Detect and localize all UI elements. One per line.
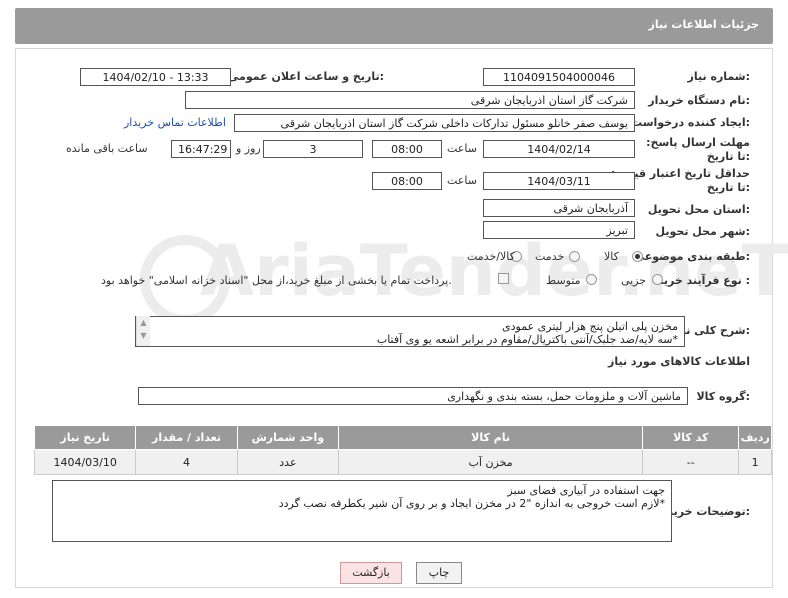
page-title: جزئیات اطلاعات نیاز	[648, 18, 760, 31]
treasury-note: پرداخت تمام یا بخشی از مبلغ خرید،از محل …	[101, 274, 452, 287]
announce-datetime-field: 1404/02/10 - 13:33	[80, 68, 231, 86]
category-goods-label: کالا	[604, 250, 619, 263]
quantity-cell: 4	[135, 449, 238, 475]
notes-line: *لازم است خروجی به اندازه "2 در مخزن ایج…	[278, 497, 665, 510]
page-header: جزئیات اطلاعات نیاز	[15, 8, 773, 44]
category-label: طبقه بندی موضوعی:	[633, 250, 750, 263]
purchase-type-label: نوع فرآیند خرید :	[657, 274, 750, 287]
category-goods-radio[interactable]	[632, 251, 643, 262]
description-line: مخزن پلی اتیلن پنج هزار لیتری عمودی	[502, 320, 678, 333]
day-and-label: روز و	[236, 142, 261, 155]
delivery-city-label: شهر محل تحویل:	[655, 225, 750, 238]
description-scrollbar[interactable]: ▲ ▼	[136, 316, 150, 346]
col-name-header: نام کالا	[338, 425, 644, 450]
delivery-province-label: استان محل تحویل:	[647, 203, 750, 216]
requester-label: ایجاد کننده درخواست:	[631, 116, 750, 129]
treasury-checkbox[interactable]	[498, 273, 509, 284]
remaining-time-field: 16:47:29	[171, 140, 231, 158]
reply-deadline-label: مهلت ارسال پاسخ: تا تاریخ:	[646, 136, 750, 163]
buyer-org-field: شرکت گاز استان اذربایجان شرقی	[185, 91, 635, 109]
table-row: 1 -- مخزن آب عدد 4 1404/03/10	[33, 449, 772, 475]
goods-name-cell: مخزن آب	[338, 449, 644, 475]
purchase-minor-label: جزیی	[621, 274, 647, 287]
goods-group-label: گروه کالا:	[696, 390, 750, 403]
col-qty-header: تعداد / مقدار	[135, 425, 238, 450]
need-date-cell: 1404/03/10	[33, 449, 137, 475]
buyer-org-label: نام دستگاه خریدار:	[648, 94, 750, 107]
validity-time-field: 08:00	[372, 172, 442, 190]
purchase-medium-label: متوسط	[546, 274, 581, 287]
goods-info-heading: اطلاعات کالاهای مورد نیاز	[608, 355, 750, 368]
goods-table: ردیف کد کالا نام کالا واحد شمارش تعداد /…	[33, 425, 772, 475]
category-service-radio[interactable]	[569, 251, 580, 262]
table-header-row: ردیف کد کالا نام کالا واحد شمارش تعداد /…	[33, 425, 772, 450]
reply-date-field: 1404/02/14	[483, 140, 635, 158]
description-textarea[interactable]: مخزن پلی اتیلن پنج هزار لیتری عمودی *سه …	[135, 316, 685, 347]
validity-date-field: 1404/03/11	[483, 172, 635, 190]
description-line: *سه لایه/ضد جلبک/آنتی باکتریال/مقاوم در …	[376, 333, 678, 346]
city-field: تبریز	[483, 221, 635, 239]
notes-line: جهت استفاده در آبیاری فضای سبز	[507, 484, 665, 497]
col-row-header: ردیف	[738, 425, 772, 450]
need-number-field: 1104091504000046	[483, 68, 635, 86]
col-unit-header: واحد شمارش	[236, 425, 340, 450]
col-date-header: تاریخ نیاز	[33, 425, 137, 450]
col-code-header: کد کالا	[642, 425, 740, 450]
goods-group-field: ماشین آلات و ملزومات حمل، بسته بندی و نگ…	[138, 387, 688, 405]
category-service-label: خدمت	[535, 250, 565, 263]
back-button[interactable]: بازگشت	[340, 562, 402, 584]
row-number-cell: 1	[738, 449, 772, 475]
validity-hour-label: ساعت	[447, 174, 477, 187]
reply-time-field: 08:00	[372, 140, 442, 158]
goods-code-cell: --	[642, 449, 740, 475]
remaining-label: ساعت باقی مانده	[66, 142, 148, 155]
reply-hour-label: ساعت	[447, 142, 477, 155]
contact-info-link[interactable]: اطلاعات تماس خریدار	[124, 116, 226, 129]
buyer-notes-textarea[interactable]: جهت استفاده در آبیاری فضای سبز *لازم است…	[52, 480, 672, 542]
purchase-minor-radio[interactable]	[652, 274, 663, 285]
announce-datetime-label: تاریخ و ساعت اعلان عمومی:	[227, 70, 384, 83]
reply-days-field: 3	[263, 140, 363, 158]
purchase-medium-radio[interactable]	[586, 274, 597, 285]
category-both-label: کالا/خدمت	[467, 250, 515, 263]
print-button[interactable]: چاپ	[416, 562, 462, 584]
need-number-label: شماره نیاز:	[687, 70, 750, 83]
unit-cell: عدد	[236, 449, 340, 475]
requester-field: یوسف صفر خانلو مسئول تدارکات داخلی شرکت …	[234, 114, 635, 132]
province-field: آذربایجان شرقی	[483, 199, 635, 217]
